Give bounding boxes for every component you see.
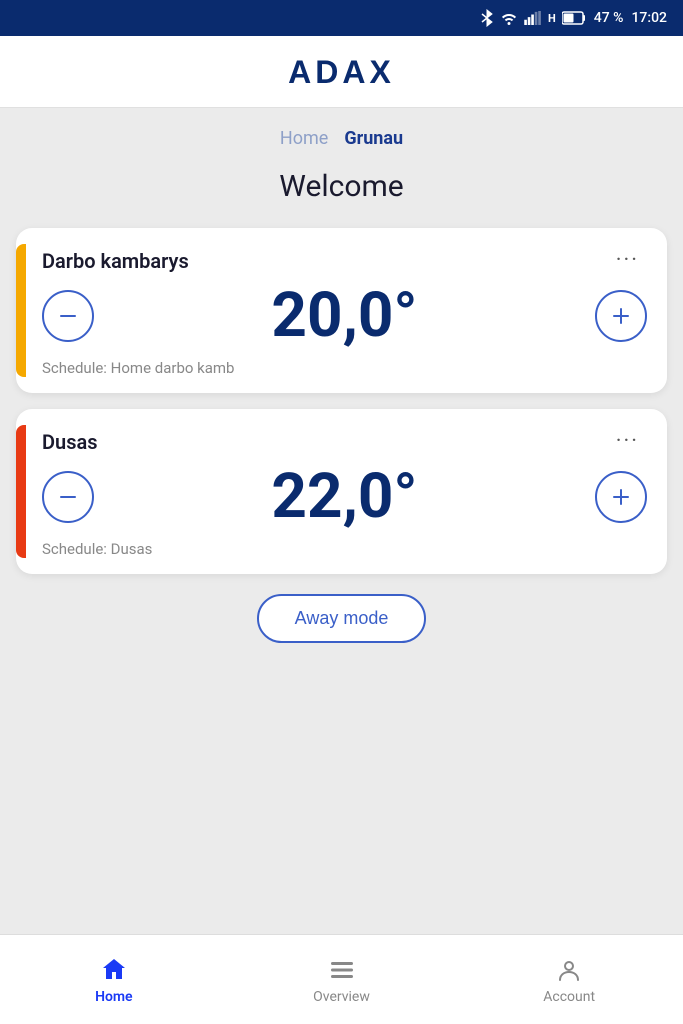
schedule-darbo: Schedule: Home darbo kamb <box>42 359 647 377</box>
decrease-temp-darbo[interactable] <box>42 290 94 342</box>
bottom-nav: Home Overview Account <box>0 934 683 1024</box>
card-controls-darbo: 20,0° <box>42 285 647 347</box>
card-header-dusas: Dusas ··· <box>42 425 647 458</box>
status-bar: H 47 % 17:02 <box>0 0 683 36</box>
nav-label-home: Home <box>95 989 133 1005</box>
temperature-darbo: 20,0° <box>94 285 595 347</box>
welcome-title: Welcome <box>16 169 667 204</box>
increase-temp-darbo[interactable] <box>595 290 647 342</box>
overview-icon <box>327 955 357 985</box>
wifi-icon <box>500 11 518 25</box>
breadcrumb-active[interactable]: Grunau <box>344 128 403 149</box>
device-name-darbo: Darbo kambarys <box>42 249 189 273</box>
nav-item-home[interactable]: Home <box>0 945 228 1015</box>
account-icon <box>554 955 584 985</box>
minus-icon-darbo <box>56 304 80 328</box>
card-body-dusas: Dusas ··· 22,0° Schedule: Dusas <box>42 425 647 558</box>
breadcrumb: Home Grunau <box>16 108 667 159</box>
nav-item-account[interactable]: Account <box>455 945 683 1015</box>
card-indicator-darbo <box>16 244 26 377</box>
minus-icon-dusas <box>56 485 80 509</box>
nav-label-overview: Overview <box>313 989 370 1005</box>
card-body-darbo: Darbo kambarys ··· 20,0° Schedule: Hom <box>42 244 647 377</box>
main-content: Home Grunau Welcome Darbo kambarys ··· 2… <box>0 108 683 934</box>
device-name-dusas: Dusas <box>42 430 98 454</box>
signal-icon <box>524 11 542 25</box>
device-card-darbo: Darbo kambarys ··· 20,0° Schedule: Hom <box>16 228 667 393</box>
device-menu-darbo[interactable]: ··· <box>608 244 647 277</box>
card-header-darbo: Darbo kambarys ··· <box>42 244 647 277</box>
temperature-dusas: 22,0° <box>94 466 595 528</box>
nav-label-account: Account <box>543 989 595 1005</box>
increase-temp-dusas[interactable] <box>595 471 647 523</box>
battery-icon <box>562 11 586 25</box>
breadcrumb-home[interactable]: Home <box>280 128 328 149</box>
away-mode-container: Away mode <box>16 594 667 643</box>
network-type: H <box>548 12 556 25</box>
app-header: ADAX <box>0 36 683 108</box>
clock: 17:02 <box>631 10 667 26</box>
device-card-dusas: Dusas ··· 22,0° Schedule: Dusas <box>16 409 667 574</box>
plus-icon-darbo <box>609 304 633 328</box>
card-indicator-dusas <box>16 425 26 558</box>
plus-icon-dusas <box>609 485 633 509</box>
away-mode-button[interactable]: Away mode <box>257 594 427 643</box>
home-icon <box>99 955 129 985</box>
battery-percent: 47 % <box>594 10 624 26</box>
schedule-dusas: Schedule: Dusas <box>42 540 647 558</box>
card-controls-dusas: 22,0° <box>42 466 647 528</box>
bluetooth-icon <box>480 9 494 27</box>
device-menu-dusas[interactable]: ··· <box>608 425 647 458</box>
nav-item-overview[interactable]: Overview <box>228 945 456 1015</box>
decrease-temp-dusas[interactable] <box>42 471 94 523</box>
app-logo: ADAX <box>288 54 395 91</box>
status-icons: H <box>480 9 586 27</box>
